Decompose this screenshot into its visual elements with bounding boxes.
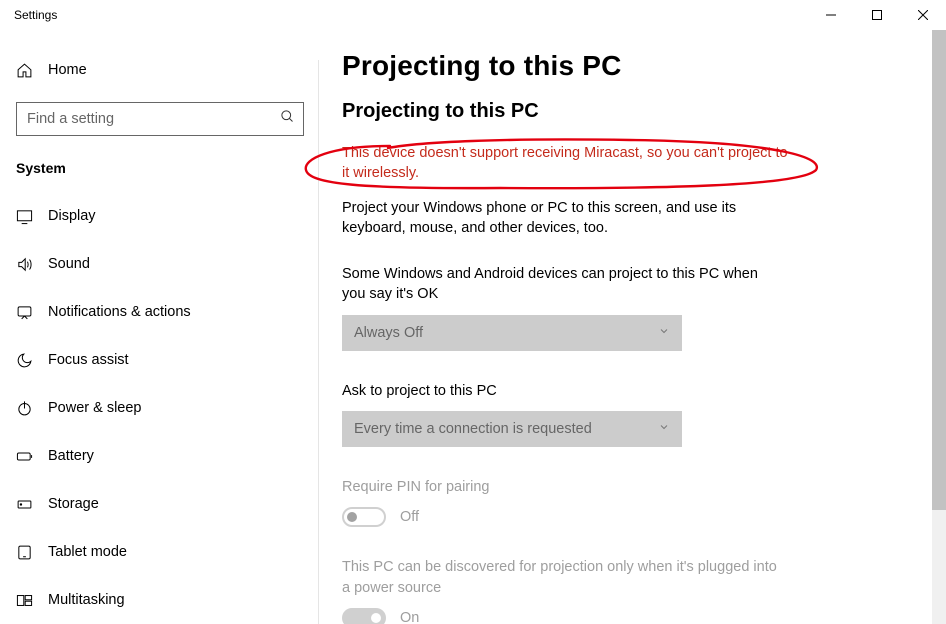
sidebar-item-sound[interactable]: Sound — [0, 240, 318, 288]
availability-select[interactable]: Always Off — [342, 315, 682, 351]
tablet-icon — [16, 544, 40, 561]
sidebar-item-storage[interactable]: Storage — [0, 480, 318, 528]
battery-icon — [16, 448, 40, 465]
sidebar-item-label: Multitasking — [48, 592, 125, 608]
title-bar: Settings — [0, 0, 946, 30]
search-box[interactable] — [16, 102, 304, 136]
main-panel: Projecting to this PC Projecting to this… — [318, 30, 946, 624]
plugged-in-discovery-toggle[interactable] — [342, 608, 386, 624]
plugged-in-discovery-label: This PC can be discovered for projection… — [342, 557, 782, 598]
close-button[interactable] — [900, 0, 946, 30]
sidebar-item-multitasking[interactable]: Multitasking — [0, 576, 318, 624]
availability-label: Some Windows and Android devices can pro… — [342, 264, 782, 305]
search-icon — [280, 109, 295, 129]
chevron-down-icon — [658, 421, 670, 437]
sound-icon — [16, 256, 40, 273]
ask-to-project-select[interactable]: Every time a connection is requested — [342, 411, 682, 447]
window-controls — [808, 0, 946, 30]
sidebar-item-label: Focus assist — [48, 352, 129, 368]
storage-icon — [16, 496, 40, 513]
ask-to-project-label: Ask to project to this PC — [342, 381, 782, 401]
sidebar-item-label: Display — [48, 208, 96, 224]
sidebar: Home System Display Sound Notifications … — [0, 30, 318, 624]
sidebar-item-tablet-mode[interactable]: Tablet mode — [0, 528, 318, 576]
description-text: Project your Windows phone or PC to this… — [342, 198, 762, 239]
multitasking-icon — [16, 592, 40, 609]
window-title: Settings — [14, 8, 57, 22]
minimize-icon — [826, 10, 836, 20]
power-icon — [16, 400, 40, 417]
home-label: Home — [48, 62, 87, 78]
sidebar-item-label: Tablet mode — [48, 544, 127, 560]
sidebar-item-label: Sound — [48, 256, 90, 272]
plugged-in-discovery-state: On — [400, 610, 419, 624]
sidebar-item-label: Battery — [48, 448, 94, 464]
sidebar-item-focus-assist[interactable]: Focus assist — [0, 336, 318, 384]
require-pin-toggle[interactable] — [342, 507, 386, 527]
notifications-icon — [16, 304, 40, 321]
focus-assist-icon — [16, 352, 40, 369]
sidebar-item-label: Notifications & actions — [48, 304, 191, 320]
maximize-icon — [872, 10, 882, 20]
vertical-scrollbar[interactable] — [932, 30, 946, 624]
require-pin-state: Off — [400, 509, 419, 525]
availability-value: Always Off — [354, 325, 423, 341]
scrollbar-thumb[interactable] — [932, 30, 946, 510]
page-title: Projecting to this PC — [342, 50, 886, 82]
section-heading: Projecting to this PC — [342, 100, 886, 123]
sidebar-item-label: Power & sleep — [48, 400, 142, 416]
display-icon — [16, 208, 40, 225]
close-icon — [918, 10, 928, 20]
chevron-down-icon — [658, 325, 670, 341]
search-input[interactable] — [17, 103, 303, 135]
ask-to-project-value: Every time a connection is requested — [354, 421, 592, 437]
require-pin-label: Require PIN for pairing — [342, 477, 782, 497]
miracast-warning-text: This device doesn't support receiving Mi… — [342, 143, 792, 184]
home-link[interactable]: Home — [0, 52, 318, 88]
sidebar-item-notifications[interactable]: Notifications & actions — [0, 288, 318, 336]
sidebar-section-title: System — [0, 160, 318, 176]
maximize-button[interactable] — [854, 0, 900, 30]
home-icon — [16, 62, 40, 79]
minimize-button[interactable] — [808, 0, 854, 30]
sidebar-item-label: Storage — [48, 496, 99, 512]
sidebar-item-display[interactable]: Display — [0, 192, 318, 240]
sidebar-item-power-sleep[interactable]: Power & sleep — [0, 384, 318, 432]
sidebar-item-battery[interactable]: Battery — [0, 432, 318, 480]
